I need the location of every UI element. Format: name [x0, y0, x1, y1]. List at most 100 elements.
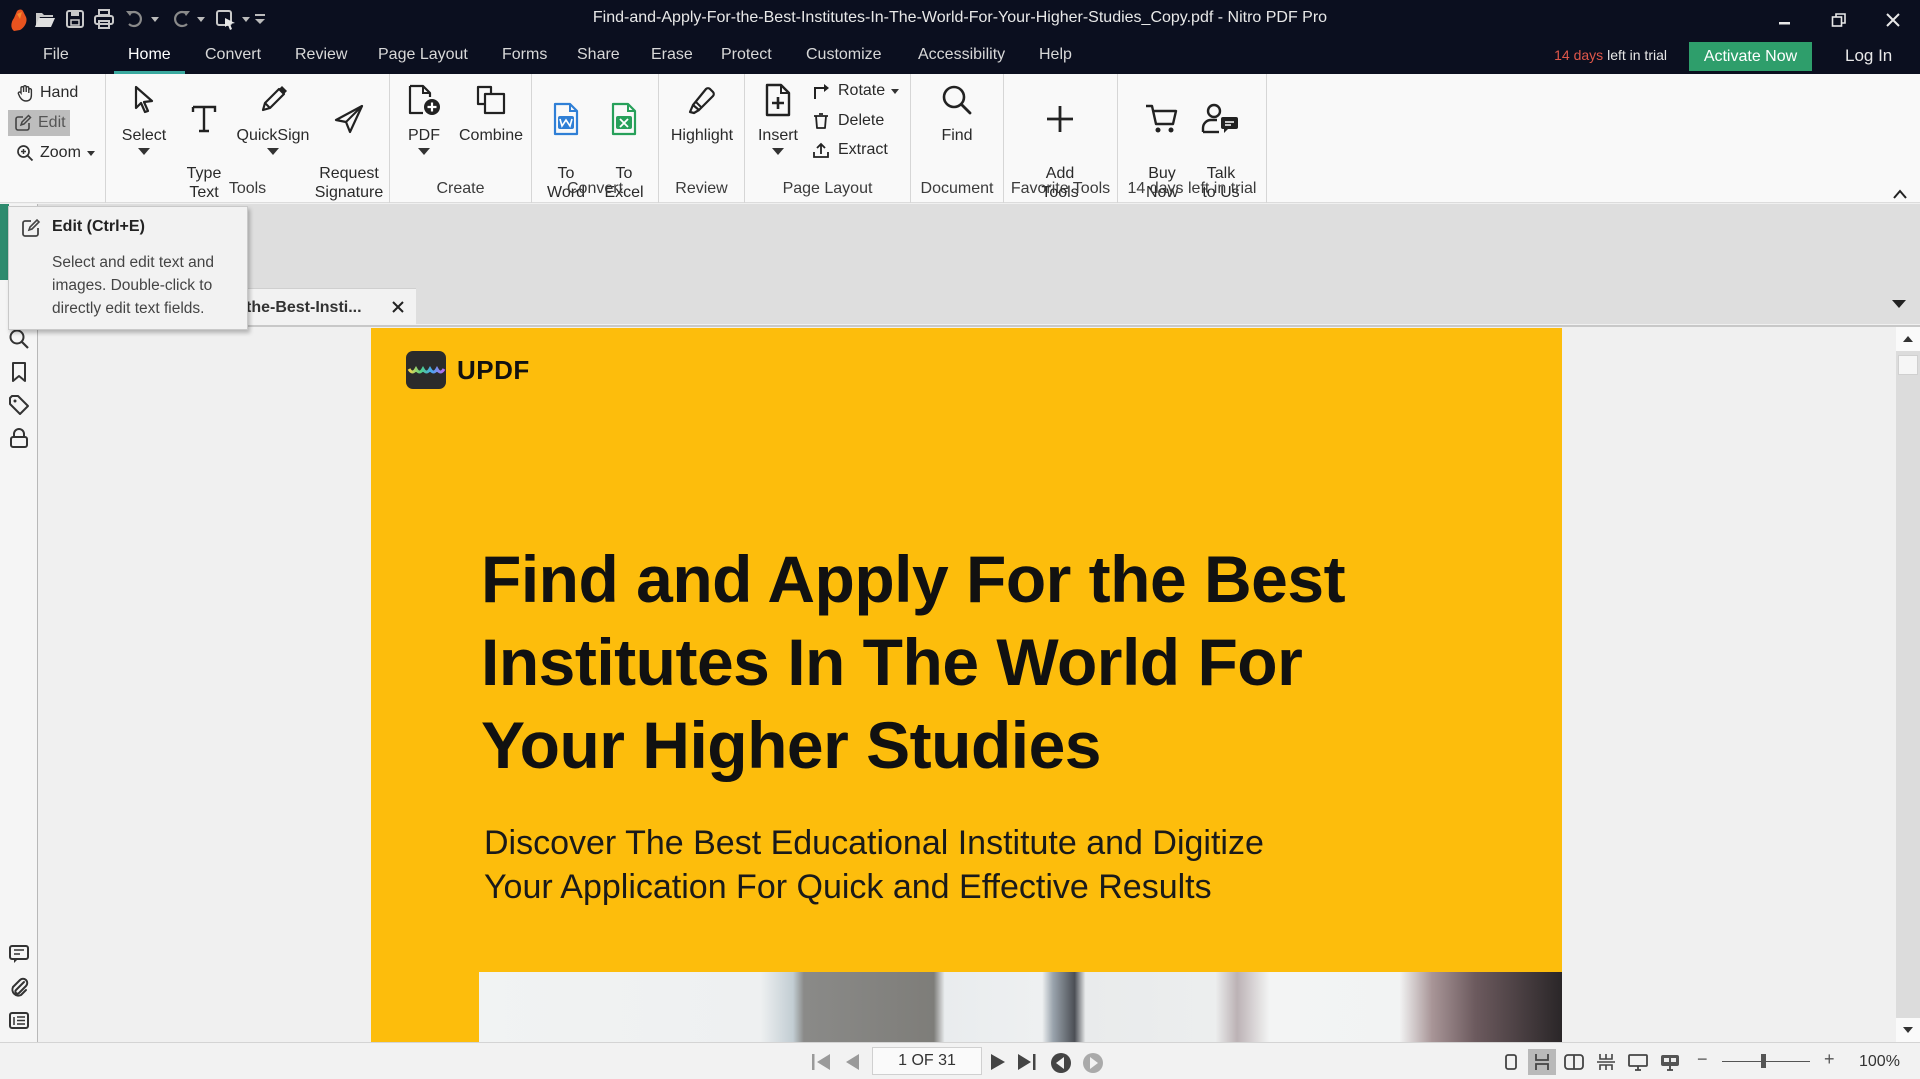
group-label-page-layout: Page Layout — [782, 180, 873, 197]
find-button[interactable]: Find — [927, 80, 987, 145]
delete-label: Delete — [838, 112, 885, 129]
talk-to-us-button[interactable]: Talk to Us — [1192, 80, 1250, 221]
search-icon[interactable] — [8, 328, 30, 350]
group-label-create: Create — [436, 180, 485, 197]
page-number-input[interactable]: 1 OF 31 — [872, 1047, 982, 1075]
last-page-button[interactable] — [1016, 1052, 1038, 1072]
zoom-out-button[interactable]: − — [1697, 1049, 1708, 1070]
heading-line: Institutes In The World For — [481, 625, 1303, 699]
tag-icon[interactable] — [8, 394, 30, 416]
ribbon-group-trial: Buy Now Talk to Us 14 days left in trial — [1118, 74, 1267, 203]
attachment-icon[interactable] — [8, 976, 30, 998]
close-tab-button[interactable] — [390, 299, 406, 315]
combine-button[interactable]: Combine — [452, 80, 530, 145]
facing-continuous-view-button[interactable] — [1592, 1049, 1620, 1075]
minimize-button[interactable] — [1765, 6, 1805, 34]
scroll-down-button[interactable] — [1896, 1018, 1920, 1042]
pen-icon — [253, 80, 293, 120]
scroll-up-button[interactable] — [1896, 327, 1920, 351]
tab-forms[interactable]: Forms — [502, 46, 547, 74]
next-view-button[interactable] — [1082, 1052, 1104, 1073]
hand-tool-button[interactable]: Hand — [12, 80, 82, 106]
activate-now-button[interactable]: Activate Now — [1689, 42, 1812, 71]
tab-protect[interactable]: Protect — [721, 46, 772, 74]
presentation-view-button[interactable] — [1624, 1049, 1652, 1075]
delete-page-button[interactable]: Delete — [812, 108, 884, 134]
zoom-level[interactable]: 100% — [1859, 1053, 1900, 1071]
insert-dropdown-icon[interactable] — [772, 148, 784, 155]
add-tools-button[interactable]: Add Tools — [1030, 80, 1090, 221]
group-label-favorite-tools: Favorite Tools — [1010, 180, 1111, 197]
log-in-link[interactable]: Log In — [1845, 46, 1892, 66]
tab-erase[interactable]: Erase — [651, 46, 693, 74]
group-label-tools: Tools — [228, 180, 267, 197]
type-text-button[interactable]: Type Text — [176, 80, 232, 221]
zoom-tool-button[interactable]: Zoom — [12, 140, 99, 166]
subheading-line: Discover The Best Educational Institute … — [484, 824, 1264, 862]
select-dropdown-icon[interactable] — [138, 148, 150, 155]
edit-tool-button[interactable]: Edit — [8, 110, 70, 136]
tab-convert[interactable]: Convert — [205, 46, 261, 74]
continuous-view-button[interactable] — [1528, 1049, 1556, 1075]
restore-button[interactable] — [1819, 6, 1859, 34]
tabs-dropdown-icon[interactable] — [1892, 300, 1906, 308]
close-window-button[interactable] — [1873, 6, 1913, 34]
quicksign-button[interactable]: QuickSign — [228, 80, 318, 155]
insert-page-button[interactable]: Insert — [753, 80, 803, 155]
single-page-view-button[interactable] — [1497, 1049, 1525, 1075]
comment-icon[interactable] — [8, 943, 30, 965]
scrollbar-thumb[interactable] — [1898, 355, 1918, 375]
zoom-in-button[interactable]: + — [1824, 1049, 1835, 1070]
pdf-page[interactable]: UPDF Find and Apply For the Best Institu… — [371, 328, 1562, 1042]
tab-customize[interactable]: Customize — [806, 46, 882, 74]
group-label-convert: Convert — [566, 180, 624, 197]
collapse-ribbon-button[interactable] — [1892, 188, 1910, 202]
excel-icon — [604, 99, 644, 139]
tab-review[interactable]: Review — [295, 46, 347, 74]
extract-button[interactable]: Extract — [812, 137, 888, 163]
vertical-scrollbar[interactable] — [1896, 327, 1920, 1042]
title-bar: Find-and-Apply-For-the-Best-Institutes-I… — [0, 0, 1920, 40]
tab-file[interactable]: File — [43, 46, 69, 74]
edit-tooltip: Edit (Ctrl+E) Select and edit text and i… — [8, 206, 248, 330]
zoom-slider-track[interactable] — [1722, 1061, 1810, 1062]
tab-accessibility[interactable]: Accessibility — [918, 46, 1005, 74]
ribbon-quick-tools: Hand Edit Zoom — [0, 74, 106, 203]
rotate-dropdown-icon[interactable] — [891, 88, 900, 94]
select-button[interactable]: Select — [114, 80, 174, 155]
hand-tool-label: Hand — [40, 84, 79, 101]
first-page-button[interactable] — [810, 1052, 832, 1072]
request-signature-button[interactable]: Request Signature — [306, 80, 392, 221]
facing-view-button[interactable] — [1560, 1049, 1588, 1075]
paper-plane-icon — [329, 99, 369, 139]
next-page-button[interactable] — [987, 1052, 1009, 1072]
updf-logo-icon — [406, 351, 446, 389]
cart-icon — [1142, 99, 1182, 139]
previous-page-button[interactable] — [842, 1052, 864, 1072]
group-label-trial: 14 days left in trial — [1127, 180, 1257, 197]
buy-now-button[interactable]: Buy Now — [1134, 80, 1190, 221]
list-icon[interactable] — [8, 1009, 30, 1031]
lock-icon[interactable] — [8, 427, 30, 449]
create-pdf-label: PDF — [408, 127, 440, 144]
create-pdf-button[interactable]: PDF — [394, 80, 454, 155]
tab-home[interactable]: Home — [114, 46, 185, 74]
tab-page-layout[interactable]: Page Layout — [378, 46, 468, 74]
previous-view-button[interactable] — [1050, 1052, 1072, 1073]
to-word-button[interactable]: To Word — [540, 80, 592, 221]
quicksign-label: QuickSign — [236, 127, 310, 144]
rotate-button[interactable]: Rotate — [812, 78, 900, 104]
create-pdf-dropdown-icon[interactable] — [418, 148, 430, 155]
trial-status: 14 days left in trial — [1554, 47, 1667, 63]
highlight-button[interactable]: Highlight — [663, 80, 741, 145]
to-excel-button[interactable]: To Excel — [598, 80, 650, 221]
updf-brand-name: UPDF — [457, 355, 530, 385]
presenter-view-button[interactable] — [1656, 1049, 1684, 1075]
quicksign-dropdown-icon[interactable] — [267, 148, 279, 155]
tab-help[interactable]: Help — [1039, 46, 1072, 74]
bookmark-icon[interactable] — [8, 361, 30, 383]
rotate-label: Rotate — [838, 82, 886, 99]
zoom-dropdown-icon[interactable] — [86, 150, 95, 156]
zoom-slider-thumb[interactable] — [1760, 1054, 1766, 1068]
tab-share[interactable]: Share — [577, 46, 620, 74]
